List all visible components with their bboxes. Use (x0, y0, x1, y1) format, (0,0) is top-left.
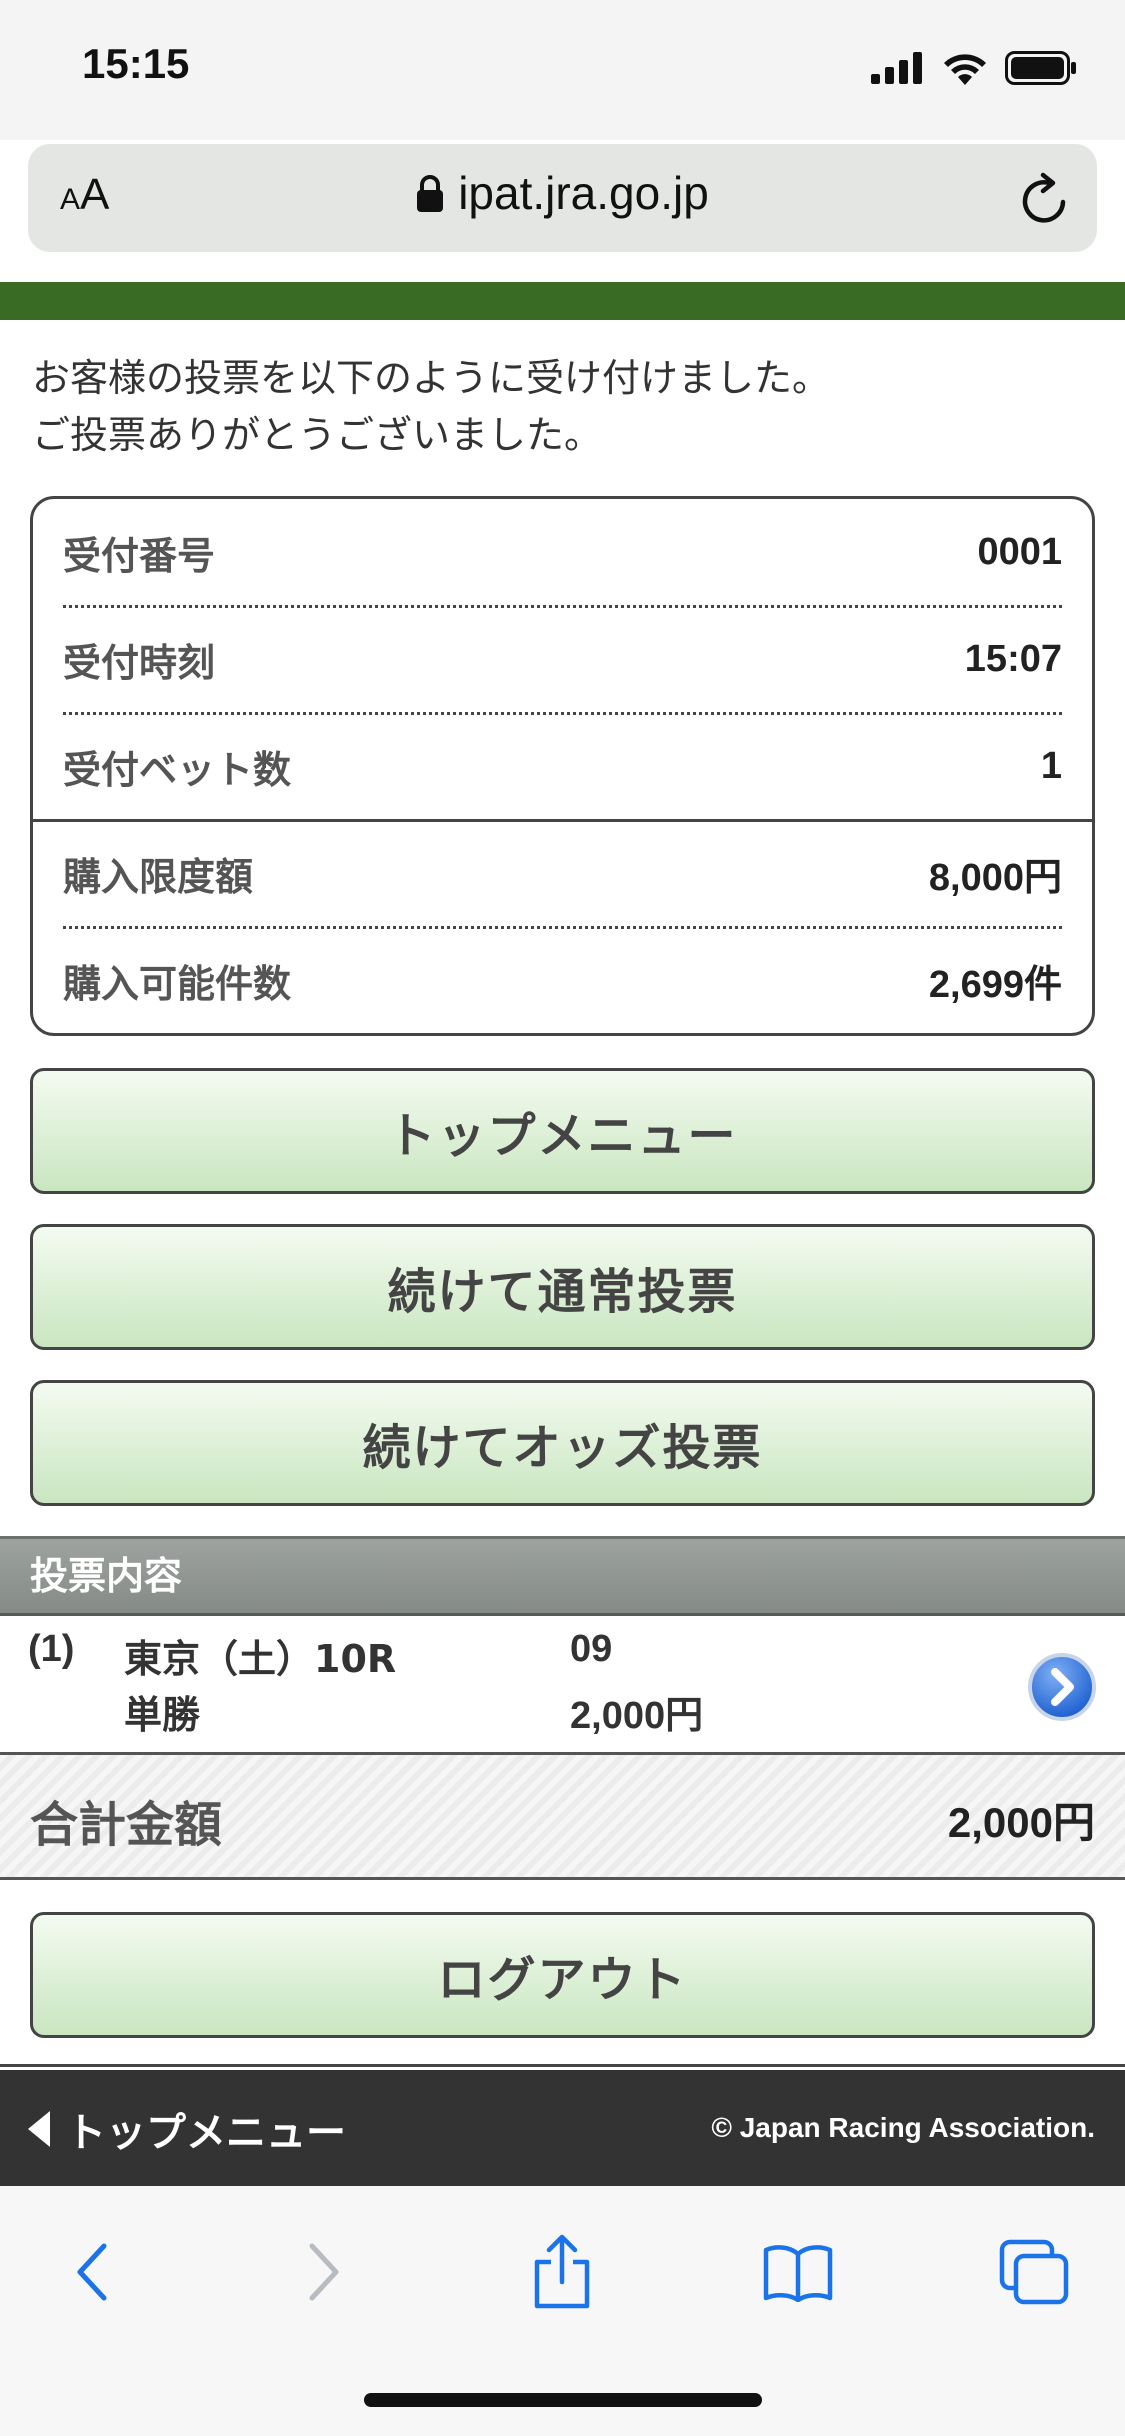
book-icon (763, 2245, 833, 2302)
receipt-row-limit: 購入限度額 8,000円 (63, 820, 1062, 927)
bet-index: (1) (28, 1628, 75, 1670)
chevron-right-icon (309, 2243, 339, 2301)
bet-list-item[interactable]: (1) 東京（土）10R 09 単勝 2,000円 (0, 1616, 1125, 1752)
row-value: 0001 (977, 531, 1062, 573)
bet-horse-number: 09 (570, 1628, 613, 1670)
footer-top-menu-label: トップメニュー (66, 2110, 346, 2156)
row-value: 15:07 (964, 638, 1062, 680)
battery-icon (1005, 51, 1076, 85)
status-bar: 15:15 (0, 0, 1125, 140)
bet-type: 単勝 (124, 1693, 201, 1737)
row-value: 1 (1040, 745, 1062, 787)
tabs-icon (999, 2239, 1069, 2305)
home-indicator[interactable] (364, 2393, 762, 2407)
row-label: 受付時刻 (63, 641, 216, 685)
confirmation-line-2: ご投票ありがとうございました。 (32, 413, 603, 457)
tabs-button[interactable] (994, 2232, 1074, 2312)
total-value: 2,000円 (947, 1799, 1095, 1846)
footer-divider (0, 2064, 1125, 2067)
confirmation-line-1: お客様の投票を以下のように受け付けました。 (32, 356, 831, 400)
receipt-row-time: 受付時刻 15:07 (63, 606, 1062, 713)
receipt-row-number: 受付番号 0001 (63, 499, 1062, 606)
row-value: 2,699件 (928, 964, 1062, 1006)
forward-button[interactable] (284, 2232, 364, 2312)
url-display[interactable]: ipat.jra.go.jp (28, 166, 1097, 220)
status-time: 15:15 (82, 40, 190, 87)
top-menu-button[interactable]: トップメニュー (30, 1068, 1095, 1194)
header-band (0, 282, 1125, 320)
total-label: 合計金額 (30, 1797, 223, 1853)
receipt-row-bet-count: 受付ベット数 1 (63, 713, 1062, 820)
chevron-right-icon[interactable] (1027, 1652, 1097, 1722)
address-bar[interactable]: AA ipat.jra.go.jp (28, 144, 1097, 252)
row-label: 購入限度額 (63, 855, 254, 899)
url-text: ipat.jra.go.jp (458, 167, 709, 219)
row-label: 受付番号 (63, 534, 216, 578)
wifi-icon (944, 54, 986, 85)
logout-button[interactable]: ログアウト (30, 1912, 1095, 2038)
row-value: 8,000円 (928, 857, 1062, 899)
status-icons (871, 48, 1077, 88)
continue-odds-vote-button[interactable]: 続けてオッズ投票 (30, 1380, 1095, 1506)
row-label: 購入可能件数 (63, 962, 292, 1006)
copyright-text: © Japan Racing Association. (711, 2112, 1095, 2143)
receipt-row-available: 購入可能件数 2,699件 (63, 927, 1062, 1034)
bet-race: 東京（土）10R (124, 1637, 397, 1681)
bet-amount: 2,000円 (570, 1695, 704, 1737)
vote-content-header: 投票内容 (0, 1536, 1125, 1616)
bookmarks-button[interactable] (758, 2232, 838, 2312)
share-button[interactable] (522, 2232, 602, 2312)
reload-icon[interactable] (1019, 172, 1071, 226)
share-icon (534, 2234, 590, 2309)
lock-icon (417, 175, 444, 212)
confirmation-message: お客様の投票を以下のように受け付けました。 ご投票ありがとうございました。 (32, 350, 1092, 464)
receipt-info-box: 受付番号 0001 受付時刻 15:07 受付ベット数 1 購入限度額 8,00… (30, 496, 1095, 1036)
total-amount-bar: 合計金額 2,000円 (0, 1752, 1125, 1880)
row-label: 受付ベット数 (63, 748, 292, 792)
back-triangle-icon (28, 2111, 50, 2147)
chevron-left-icon (77, 2243, 107, 2301)
signal-icon (871, 52, 922, 84)
footer-top-menu-link[interactable]: トップメニュー (28, 2100, 346, 2158)
footer: トップメニュー © Japan Racing Association. (0, 2070, 1125, 2186)
back-button[interactable] (52, 2232, 132, 2312)
continue-normal-vote-button[interactable]: 続けて通常投票 (30, 1224, 1095, 1350)
